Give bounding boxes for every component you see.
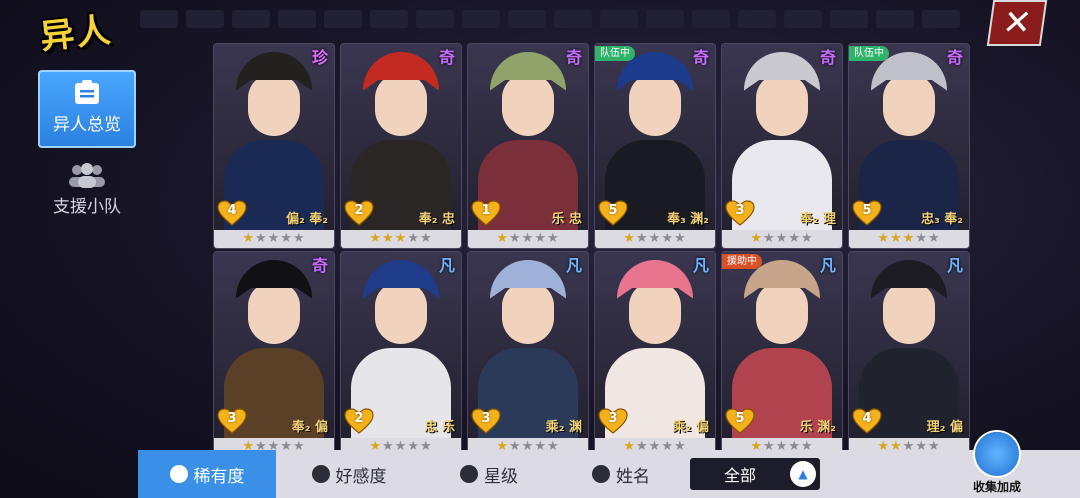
affection-heart: 3 <box>217 408 247 434</box>
character-card[interactable]: 奇 2 奉₂ 忠 ★★★★★ <box>341 44 461 248</box>
affection-value: 5 <box>735 411 745 426</box>
affection-heart: 4 <box>852 408 882 434</box>
character-card[interactable]: 援助中 凡 5 乐 渊₂ ★★★★★ <box>722 252 842 456</box>
affection-value: 4 <box>862 411 872 426</box>
affection-value: 3 <box>735 203 745 218</box>
star-rating: ★★★★★ <box>214 230 334 248</box>
trait-labels: 奉₂ 理 <box>799 212 836 227</box>
affection-heart: 1 <box>471 200 501 226</box>
star-rating: ★★★★★ <box>341 230 461 248</box>
character-card[interactable]: 凡 3 乘₂ 渊 ★★★★★ <box>468 252 588 456</box>
rarity-badge: 凡 <box>438 256 455 275</box>
name-icon <box>592 465 610 483</box>
affection-heart: 5 <box>852 200 882 226</box>
affection-value: 3 <box>608 411 618 426</box>
rarity-badge: 奇 <box>311 256 328 275</box>
trait-labels: 乘₂ 偏 <box>672 420 709 435</box>
trait-labels: 乐 忠 <box>551 212 582 227</box>
rarity-badge: 凡 <box>819 256 836 275</box>
character-card[interactable]: 凡 2 忠 乐 ★★★★★ <box>341 252 461 456</box>
sidebar-item-label: 异人总览 <box>53 115 121 135</box>
affection-heart: 5 <box>725 408 755 434</box>
tab-name[interactable]: 姓名 <box>556 450 686 498</box>
filter-dropdown[interactable]: 全部 ▲ <box>690 458 820 490</box>
trait-labels: 偏₂ 奉₂ <box>286 212 328 227</box>
affection-heart: 2 <box>344 200 374 226</box>
rarity-badge: 奇 <box>565 48 582 67</box>
rarity-badge: 凡 <box>692 256 709 275</box>
affection-value: 5 <box>608 203 618 218</box>
rarity-badge: 奇 <box>946 48 963 67</box>
trait-labels: 乐 渊₂ <box>799 420 836 435</box>
trait-labels: 奉₂ 偏 <box>291 420 328 435</box>
filter-value: 全部 <box>723 466 756 485</box>
affection-heart: 3 <box>725 200 755 226</box>
sidebar-item-label: 支援小队 <box>53 197 121 217</box>
tab-star-level[interactable]: 星级 <box>422 450 556 498</box>
affection-value: 5 <box>862 203 872 218</box>
clipboard-icon <box>75 80 99 104</box>
rarity-badge: 奇 <box>438 48 455 67</box>
trait-labels: 奉₂ 忠 <box>418 212 455 227</box>
affection-value: 1 <box>481 203 491 218</box>
rarity-badge: 凡 <box>565 256 582 275</box>
sidebar-item-support-team[interactable]: 支援小队 <box>38 152 136 230</box>
cube-icon <box>975 432 1019 476</box>
character-card[interactable]: 队伍中 奇 5 奉₃ 渊₂ ★★★★★ <box>595 44 715 248</box>
group-icon <box>69 163 105 188</box>
rarity-badge: 凡 <box>946 256 963 275</box>
character-card[interactable]: 奇 1 乐 忠 ★★★★★ <box>468 44 588 248</box>
close-x-icon[interactable]: ✕ <box>986 0 1048 46</box>
trait-labels: 忠₃ 奉₂ <box>921 212 963 227</box>
trait-labels: 忠 乐 <box>424 420 455 435</box>
tab-label: 星级 <box>484 466 518 487</box>
affection-heart: 5 <box>598 200 628 226</box>
character-card[interactable]: 队伍中 奇 5 忠₃ 奉₂ ★★★★★ <box>849 44 969 248</box>
status-badge: 援助中 <box>722 254 762 269</box>
character-card[interactable]: 奇 3 奉₂ 理 ★★★★★ <box>722 44 842 248</box>
rarity-badge: 珍 <box>311 48 328 67</box>
affection-heart: 3 <box>598 408 628 434</box>
affection-value: 3 <box>227 411 237 426</box>
bottom-sort-bar: 稀有度 好感度 星级 姓名 全部 ▲ <box>138 450 1080 498</box>
star-rating: ★★★★★ <box>468 230 588 248</box>
sidebar-item-overview[interactable]: 异人总览 <box>38 70 136 148</box>
affection-value: 3 <box>481 411 491 426</box>
trait-labels: 奉₃ 渊₂ <box>667 212 709 227</box>
heart-icon <box>311 465 330 483</box>
status-badge: 队伍中 <box>849 46 889 61</box>
star-icon <box>460 465 478 483</box>
character-card[interactable]: 珍 4 偏₂ 奉₂ ★★★★★ <box>214 44 334 248</box>
rarity-badge: 奇 <box>692 48 709 67</box>
collection-bonus-label: 收集加成 <box>972 480 1021 494</box>
character-card[interactable]: 凡 3 乘₂ 偏 ★★★★★ <box>595 252 715 456</box>
affection-heart: 4 <box>217 200 247 226</box>
affection-value: 4 <box>227 203 237 218</box>
rarity-icon <box>169 465 188 483</box>
tab-label: 稀有度 <box>193 466 245 487</box>
status-badge: 队伍中 <box>595 46 635 61</box>
top-decor-strip <box>140 10 1000 30</box>
character-card[interactable]: 奇 3 奉₂ 偏 ★★★★★ <box>214 252 334 456</box>
triangle-up-icon: ▲ <box>790 461 816 487</box>
affection-heart: 3 <box>471 408 501 434</box>
collection-bonus-button[interactable]: 收集加成 <box>966 432 1028 498</box>
affection-heart: 2 <box>344 408 374 434</box>
affection-value: 2 <box>354 411 364 426</box>
star-rating: ★★★★★ <box>722 230 842 248</box>
rarity-badge: 奇 <box>819 48 836 67</box>
page-title: 异人 <box>38 10 115 58</box>
affection-value: 2 <box>354 203 364 218</box>
tab-rarity[interactable]: 稀有度 <box>138 450 276 498</box>
tab-label: 好感度 <box>335 466 387 487</box>
star-rating: ★★★★★ <box>595 230 715 248</box>
trait-labels: 乘₂ 渊 <box>545 420 582 435</box>
trait-labels: 理₂ 偏 <box>926 420 963 435</box>
star-rating: ★★★★★ <box>849 230 969 248</box>
character-card[interactable]: 凡 4 理₂ 偏 ★★★★★ <box>849 252 969 456</box>
tab-label: 姓名 <box>616 466 650 487</box>
tab-affection[interactable]: 好感度 <box>276 450 422 498</box>
